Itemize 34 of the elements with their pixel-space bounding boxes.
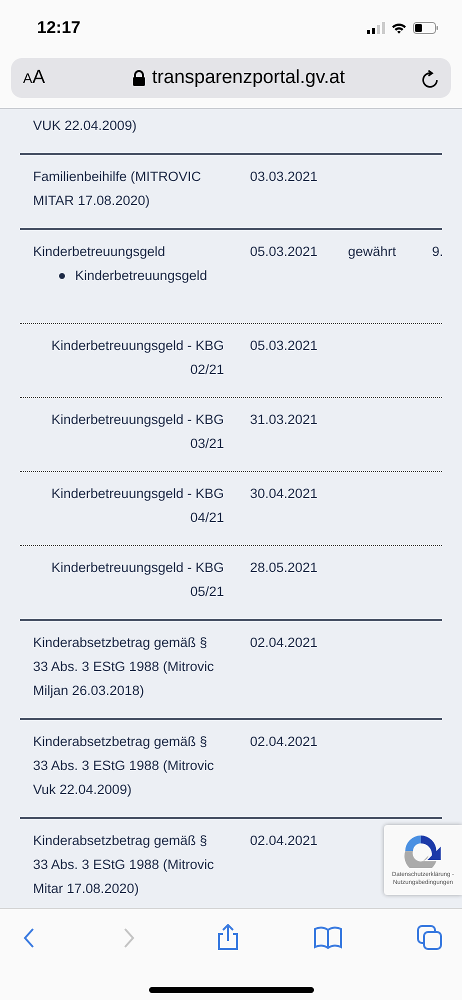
url-text[interactable]: transparenzportal.gv.at — [152, 67, 345, 89]
grant-name: Kinderbetreuungsgeld — [33, 244, 166, 259]
grant-name: Kinderabsetzbetrag gemäß § 33 Abs. 3 EStG 1988 (Mitrovic Miljan 26.03.2018) — [33, 635, 214, 698]
bullet-icon — [59, 273, 65, 279]
tabs-icon[interactable] — [417, 925, 442, 950]
grant-name: Kinderbetreuungsgeld - KBG 04/21 — [51, 486, 224, 525]
grant-name: Kinderabsetzbetrag gemäß § 33 Abs. 3 EStG 1988 (Mitrovic Mitar 17.08.2020) — [33, 833, 214, 896]
grant-name: Familienbeihilfe (MITROVIC MITAR 17.08.2020) — [33, 169, 202, 208]
date-text: 31.03.2021 — [250, 412, 318, 427]
grant-name: Kinderbetreuungsgeld - KBG 02/21 — [51, 338, 224, 377]
grant-name: Kinderbetreuungsgeld - KBG 05/21 — [51, 560, 224, 599]
lock-icon — [132, 70, 146, 86]
bookmarks-icon[interactable] — [314, 925, 342, 950]
clock-time: 12:17 — [37, 16, 82, 38]
amount-text: 9. — [432, 244, 444, 259]
date-text: 05.03.2021 — [250, 338, 318, 353]
text-size-button[interactable]: AA — [23, 67, 63, 89]
date-text: 05.03.2021 — [250, 244, 318, 259]
signal-icon — [367, 22, 385, 34]
battery-icon — [413, 22, 438, 34]
grant-name: Kinderbetreuungsgeld - KBG 03/21 — [51, 412, 224, 451]
date-text: 02.04.2021 — [250, 734, 318, 749]
sub-grant-item: Kinderbetreuungsgeld — [75, 267, 208, 285]
date-text: 30.04.2021 — [250, 486, 318, 501]
grant-name: VUK 22.04.2009) — [33, 118, 137, 133]
share-icon[interactable] — [216, 924, 238, 951]
date-text: 02.04.2021 — [250, 833, 318, 848]
status-text: gewährt — [348, 244, 396, 259]
date-text: 02.04.2021 — [250, 635, 318, 650]
grant-name: Kinderabsetzbetrag gemäß § 33 Abs. 3 EStG 1988 (Mitrovic Vuk 22.04.2009) — [33, 734, 214, 797]
reload-icon[interactable] — [420, 68, 439, 88]
date-text: 03.03.2021 — [250, 169, 318, 184]
date-text: 28.05.2021 — [250, 560, 318, 575]
wifi-icon — [391, 22, 407, 34]
